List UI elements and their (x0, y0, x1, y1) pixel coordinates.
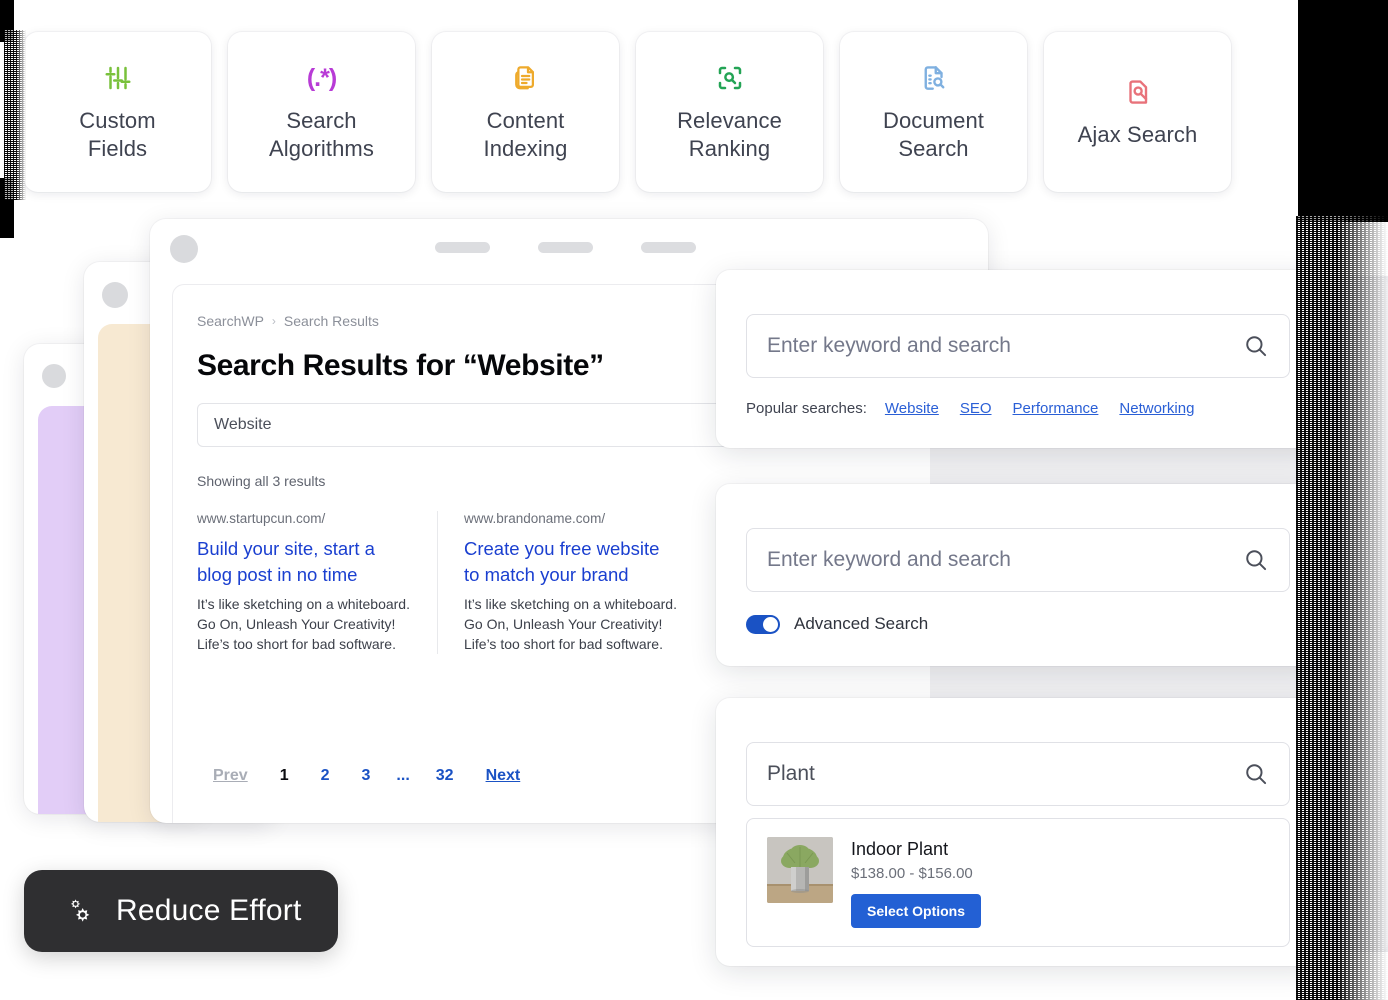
feature-card-label: Custom Fields (79, 108, 156, 161)
chevron-right-icon: › (271, 314, 276, 328)
search-input[interactable] (197, 403, 757, 447)
popular-searches-widget: Popular searches: Website SEO Performanc… (716, 270, 1320, 448)
reduce-effort-badge: Reduce Effort (24, 870, 338, 952)
search-input[interactable] (767, 762, 1235, 786)
advanced-search-widget: Advanced Search (716, 484, 1320, 666)
feature-card-label: Ajax Search (1077, 122, 1198, 147)
window-tab-placeholders (435, 242, 696, 253)
search-icon[interactable] (1243, 333, 1269, 359)
feature-card-search-algorithms[interactable]: (.*) Search Algorithms (228, 32, 415, 192)
breadcrumb-current: Search Results (283, 313, 379, 329)
product-search-widget: Indoor Plant $138.00 - $156.00 Select Op… (716, 698, 1320, 966)
gears-icon (52, 886, 98, 937)
file-search-icon (919, 61, 949, 95)
product-result-row[interactable]: Indoor Plant $138.00 - $156.00 Select Op… (746, 818, 1290, 947)
popular-searches-label: Popular searches: (746, 400, 867, 417)
breadcrumb-root[interactable]: SearchWP (197, 313, 264, 329)
result-title-link[interactable]: Create you free website to match your br… (464, 536, 677, 588)
file-magnify-icon (1123, 75, 1153, 109)
search-input[interactable] (767, 548, 1235, 572)
product-thumbnail (767, 837, 833, 903)
pagination-page-last[interactable]: 32 (420, 767, 470, 785)
indoor-plant-photo (767, 837, 833, 903)
regex-icon: (.*) (306, 61, 337, 95)
search-icon[interactable] (1243, 547, 1269, 573)
product-name[interactable]: Indoor Plant (851, 839, 981, 860)
advanced-search-toggle-label: Advanced Search (794, 614, 929, 633)
window-tab-placeholder[interactable] (435, 242, 490, 253)
feature-card-label: Content Indexing (483, 108, 568, 161)
feature-card-label: Search Algorithms (269, 108, 374, 161)
window-dot-icon (170, 235, 198, 263)
popular-search-link-networking[interactable]: Networking (1119, 400, 1194, 417)
toggle-knob (763, 616, 778, 632)
select-options-button[interactable]: Select Options (851, 894, 982, 928)
scan-search-icon (715, 61, 745, 95)
popular-search-link-seo[interactable]: SEO (960, 400, 992, 417)
feature-card-relevance-ranking[interactable]: Relevance Ranking (636, 32, 823, 192)
result-item: www.startupcun.com/ Build your site, sta… (197, 511, 437, 654)
pagination-next[interactable]: Next (470, 767, 537, 785)
window-tab-placeholder[interactable] (641, 242, 696, 253)
pagination-page-3[interactable]: 3 (346, 767, 387, 785)
feature-card-label: Document Search (882, 108, 985, 161)
window-dot-icon (102, 282, 128, 308)
advanced-search-toggle-row: Advanced Search (746, 614, 1290, 634)
window-tab-placeholder[interactable] (538, 242, 593, 253)
product-info: Indoor Plant $138.00 - $156.00 Select Op… (851, 837, 982, 928)
pagination-ellipsis: ... (396, 767, 410, 784)
result-url: www.startupcun.com/ (197, 511, 326, 526)
feature-card-content-indexing[interactable]: Content Indexing (432, 32, 619, 192)
product-price: $138.00 - $156.00 (851, 865, 973, 882)
advanced-search-toggle[interactable] (746, 614, 780, 634)
document-stack-icon (511, 61, 541, 95)
feature-card-label: Relevance Ranking (677, 108, 782, 161)
pagination: Prev 1 2 3 ... 32 Next (197, 767, 536, 785)
result-url: www.brandoname.com/ (464, 511, 606, 526)
pagination-page-2[interactable]: 2 (305, 767, 346, 785)
regex-icon-glyph: (.*) (306, 63, 337, 92)
popular-search-link-website[interactable]: Website (885, 400, 939, 417)
screenshot-canvas: Custom Fields (.*) Search Algorithms Con… (0, 0, 1388, 1000)
search-input[interactable] (767, 334, 1235, 358)
search-icon[interactable] (1243, 761, 1269, 787)
result-description: It’s like sketching on a whiteboard. Go … (464, 596, 677, 652)
feature-card-custom-fields[interactable]: Custom Fields (24, 32, 211, 192)
sliders-icon (103, 61, 133, 95)
result-item: www.brandoname.com/ Create you free webs… (437, 511, 703, 654)
result-title-link[interactable]: Build your site, start a blog post in no… (197, 536, 411, 588)
feature-card-ajax-search[interactable]: Ajax Search (1044, 32, 1231, 192)
feature-card-row: Custom Fields (.*) Search Algorithms Con… (24, 32, 1231, 192)
window-dot-icon (42, 364, 66, 388)
pagination-page-1: 1 (279, 767, 289, 784)
feature-card-document-search[interactable]: Document Search (840, 32, 1027, 192)
popular-search-link-performance[interactable]: Performance (1013, 400, 1099, 417)
search-box[interactable] (746, 528, 1290, 592)
popular-searches-row: Popular searches: Website SEO Performanc… (746, 400, 1290, 417)
result-description: It’s like sketching on a whiteboard. Go … (197, 596, 410, 652)
search-box[interactable] (746, 742, 1290, 806)
pagination-prev[interactable]: Prev (197, 767, 264, 785)
search-box[interactable] (746, 314, 1290, 378)
left-edge-artifact (0, 0, 26, 1000)
reduce-effort-label: Reduce Effort (116, 894, 302, 927)
